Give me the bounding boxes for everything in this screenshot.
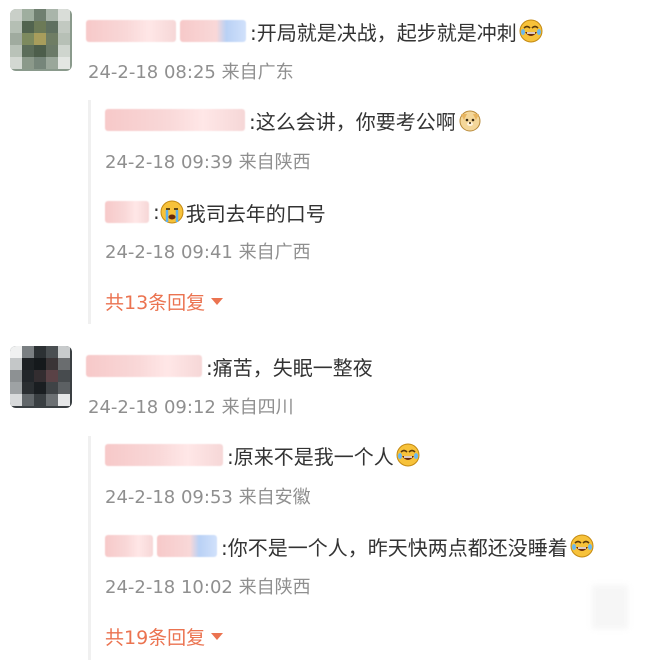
reply-divider bbox=[88, 436, 91, 660]
reply-line: :原来不是我一个人 bbox=[105, 438, 420, 472]
username[interactable] bbox=[86, 355, 202, 377]
comment-text: :痛苦，失眠一整夜 bbox=[206, 355, 373, 380]
reply-line: :你不是一个人，昨天快两点都还没睡着 bbox=[105, 529, 594, 563]
reply-text: : bbox=[153, 200, 160, 224]
laughing-tears-emoji bbox=[519, 19, 543, 43]
username[interactable] bbox=[180, 20, 246, 42]
more-replies-label[interactable]: 共13条回复 bbox=[105, 288, 205, 315]
more-replies-link[interactable]: 共13条回复 bbox=[105, 288, 224, 315]
reply-meta: 24-2-18 09:39 来自陕西 bbox=[105, 152, 311, 173]
avatar[interactable] bbox=[10, 346, 72, 408]
reply-meta: 24-2-18 09:53 来自安徽 bbox=[105, 487, 311, 508]
comment-text: :开局就是决战，起步就是冲刺 bbox=[250, 20, 517, 45]
comment-line: :痛苦，失眠一整夜 bbox=[86, 349, 373, 383]
caret-down-icon[interactable] bbox=[211, 298, 224, 305]
reply-text: :原来不是我一个人 bbox=[227, 444, 394, 469]
comment-line: :开局就是决战，起步就是冲刺 bbox=[86, 14, 543, 48]
username[interactable] bbox=[105, 201, 149, 223]
laughing-tears-emoji bbox=[570, 534, 594, 558]
comment-meta: 24-2-18 08:25 来自广东 bbox=[88, 62, 294, 83]
username[interactable] bbox=[105, 444, 223, 466]
reply-text: :你不是一个人，昨天快两点都还没睡着 bbox=[221, 535, 568, 560]
reply-line: :这么会讲，你要考公啊 bbox=[105, 103, 482, 137]
username[interactable] bbox=[105, 109, 245, 131]
doge-emoji bbox=[458, 108, 482, 132]
background-smudge bbox=[592, 585, 628, 629]
crying-emoji bbox=[160, 200, 184, 224]
more-replies-label[interactable]: 共19条回复 bbox=[105, 623, 205, 650]
comment-meta: 24-2-18 09:12 来自四川 bbox=[88, 397, 294, 418]
caret-down-icon[interactable] bbox=[211, 633, 224, 640]
avatar[interactable] bbox=[10, 9, 72, 71]
reply-divider bbox=[88, 100, 91, 324]
username[interactable] bbox=[86, 20, 176, 42]
reply-meta: 24-2-18 09:41 来自广西 bbox=[105, 242, 311, 263]
reply-line: : 我司去年的口号 bbox=[105, 195, 326, 229]
username[interactable] bbox=[157, 535, 217, 557]
laughing-tears-emoji bbox=[396, 443, 420, 467]
more-replies-link[interactable]: 共19条回复 bbox=[105, 623, 224, 650]
reply-text: 我司去年的口号 bbox=[185, 201, 326, 226]
reply-meta: 24-2-18 10:02 来自陕西 bbox=[105, 577, 311, 598]
reply-text: :这么会讲，你要考公啊 bbox=[249, 109, 456, 134]
username[interactable] bbox=[105, 535, 153, 557]
